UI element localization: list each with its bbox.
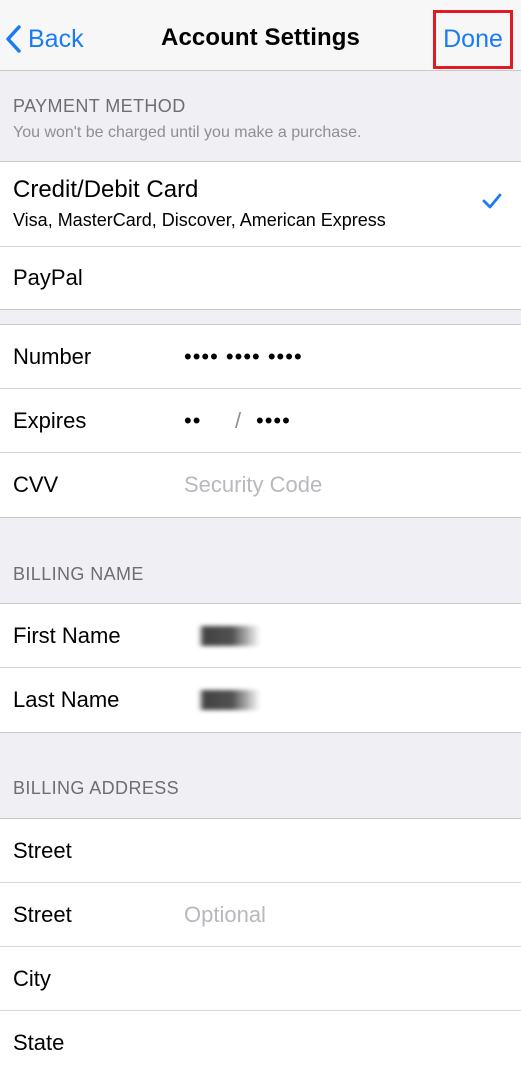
street2-input[interactable]: Optional bbox=[184, 902, 266, 928]
city-row[interactable]: City bbox=[0, 947, 521, 1011]
first-name-row[interactable]: First Name bbox=[0, 604, 521, 668]
payment-method-subheader: You won't be charged until you make a pu… bbox=[13, 124, 362, 141]
billing-address-header: BILLING ADDRESS bbox=[13, 778, 180, 798]
card-details-group: Number •••• •••• •••• Expires •• / •••• … bbox=[0, 324, 521, 518]
expires-label: Expires bbox=[13, 407, 87, 433]
last-name-label: Last Name bbox=[13, 687, 120, 712]
last-name-row[interactable]: Last Name bbox=[0, 668, 521, 732]
expires-row[interactable]: Expires •• / •••• bbox=[0, 389, 521, 453]
checkmark-icon bbox=[482, 193, 502, 209]
card-number-row[interactable]: Number •••• •••• •••• bbox=[0, 325, 521, 389]
billing-name-header: BILLING NAME bbox=[13, 564, 144, 584]
street-label: Street bbox=[13, 837, 72, 863]
street2-row[interactable]: Street Optional bbox=[0, 883, 521, 947]
card-option-subtitle: Visa, MasterCard, Discover, American Exp… bbox=[13, 210, 386, 230]
payment-method-header: PAYMENT METHOD bbox=[13, 96, 186, 116]
billing-name-group: First Name Last Name bbox=[0, 603, 521, 733]
payment-options-group: Credit/Debit Card Visa, MasterCard, Disc… bbox=[0, 161, 521, 310]
payment-option-paypal[interactable]: PayPal bbox=[0, 247, 521, 309]
expires-separator: / bbox=[235, 407, 242, 433]
card-number-field[interactable]: •••• •••• •••• bbox=[184, 344, 303, 370]
card-number-label: Number bbox=[13, 343, 92, 369]
payment-option-card[interactable]: Credit/Debit Card Visa, MasterCard, Disc… bbox=[0, 162, 521, 247]
cvv-input[interactable]: Security Code bbox=[184, 472, 322, 498]
first-name-label: First Name bbox=[13, 622, 121, 648]
first-name-redacted-value[interactable] bbox=[198, 625, 260, 646]
navigation-bar: Back Account Settings Done bbox=[0, 0, 521, 71]
street-row[interactable]: Street bbox=[0, 819, 521, 883]
done-button[interactable]: Done bbox=[433, 10, 513, 69]
last-name-redacted-value[interactable] bbox=[198, 690, 260, 710]
paypal-option-title: PayPal bbox=[13, 265, 83, 290]
city-label: City bbox=[13, 965, 51, 991]
card-option-title: Credit/Debit Card bbox=[13, 176, 199, 203]
billing-address-group: Street Street Optional City State bbox=[0, 818, 521, 1075]
street2-label: Street bbox=[13, 901, 72, 927]
expires-year-field[interactable]: •••• bbox=[256, 408, 291, 434]
state-row[interactable]: State bbox=[0, 1011, 521, 1075]
cvv-row[interactable]: CVV Security Code bbox=[0, 453, 521, 517]
cvv-label: CVV bbox=[13, 472, 59, 497]
expires-month-field[interactable]: •• bbox=[184, 408, 201, 434]
state-label: State bbox=[13, 1030, 65, 1055]
